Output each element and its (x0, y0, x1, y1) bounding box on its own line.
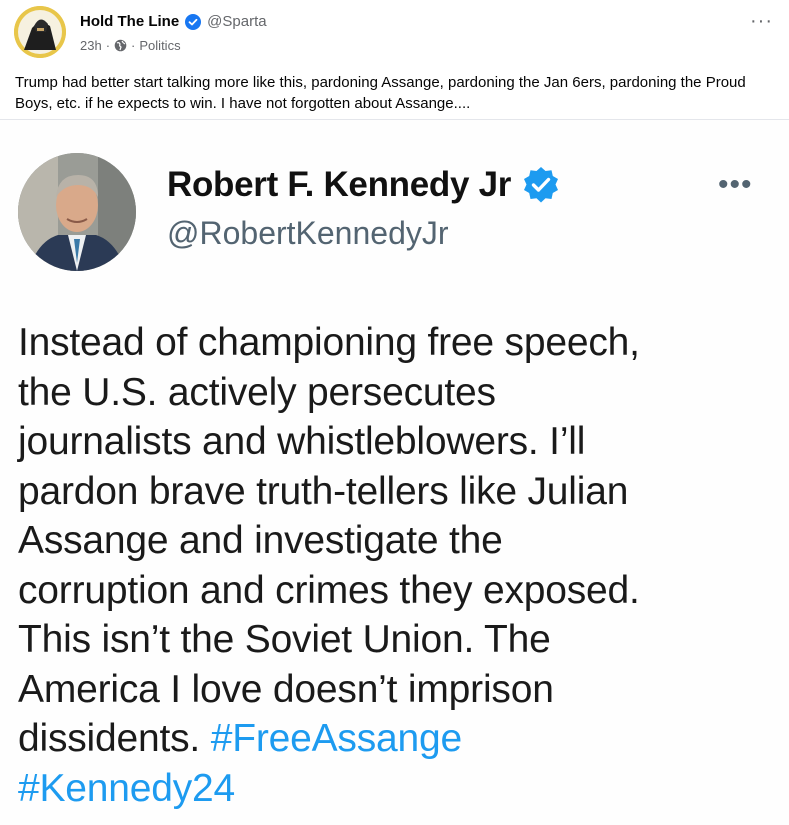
tweet-line: journalists and whistleblowers. I’ll (18, 420, 586, 463)
post-time[interactable]: 23h (80, 38, 102, 53)
author-avatar[interactable] (14, 6, 66, 58)
embedded-tweet-image[interactable]: Robert F. Kennedy Jr @RobertKennedyJr ••… (0, 120, 789, 825)
rfk-name: Robert F. Kennedy Jr (167, 165, 512, 204)
tweet-line: This isn’t the Soviet Union. The (18, 618, 551, 661)
more-options-icon[interactable]: ··· (750, 10, 773, 33)
post-text: Trump had better start talking more like… (15, 74, 746, 112)
tweet-line: dissidents. #FreeAssange (18, 714, 778, 764)
meta-separator: · (131, 38, 136, 53)
rfk-handle: @RobertKennedyJr (167, 215, 449, 251)
post-header: Hold The Line @Sparta 23h · · Politics ·… (0, 0, 789, 68)
tweet-body: Instead of championing free speech, the … (18, 318, 778, 813)
meta-separator: · (105, 38, 111, 53)
globe-icon (114, 39, 127, 52)
tweet-line: Assange and investigate the (18, 519, 503, 562)
author-handle[interactable]: @Sparta (207, 13, 266, 30)
post-category[interactable]: Politics (139, 38, 180, 53)
verified-badge-icon (521, 165, 561, 205)
tweet-line: America I love doesn’t imprison (18, 667, 554, 711)
rfk-avatar (18, 153, 136, 271)
tweet-line: Instead of championing free speech, (18, 321, 640, 364)
hashtag-kennedy24: #Kennedy24 (18, 766, 236, 810)
tweet-text-end: dissidents. (18, 717, 201, 760)
author-name[interactable]: Hold The Line (80, 13, 179, 30)
tweet-line: pardon brave truth-tellers like Julian (18, 469, 629, 513)
verified-badge-icon (185, 13, 202, 30)
more-options-icon: ••• (718, 168, 753, 201)
tweet-line: corruption and crimes they exposed. (18, 568, 640, 612)
tweet-line: the U.S. actively persecutes (18, 370, 496, 414)
hashtag-free-assange: #FreeAssange (210, 717, 462, 760)
